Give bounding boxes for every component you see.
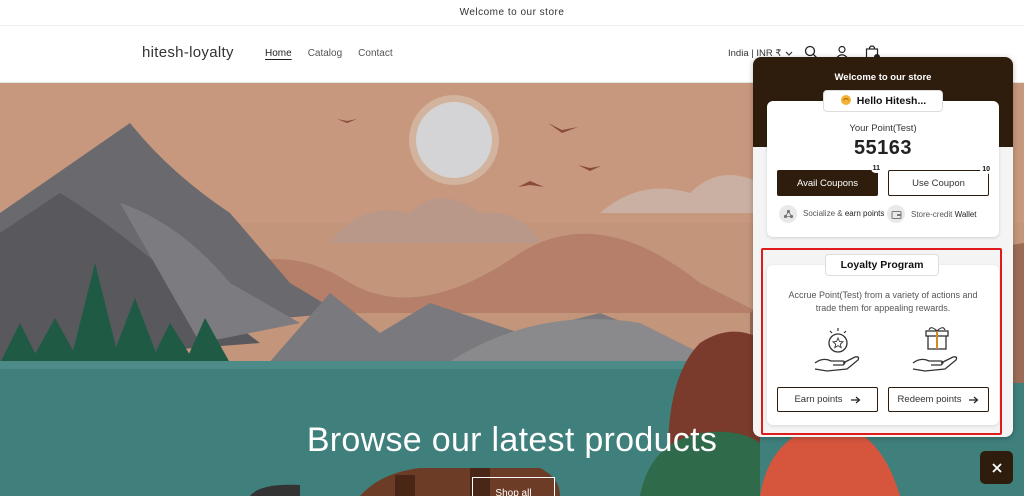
greeting-text: Hello Hitesh... — [856, 95, 927, 107]
arrow-right-icon — [850, 396, 860, 403]
earn-points-button[interactable]: Earn points — [777, 387, 878, 412]
loyalty-title-text: Loyalty Program — [840, 259, 924, 271]
wave-hand-icon — [840, 94, 852, 109]
redeem-gift-hand-icon — [911, 325, 963, 375]
loyalty-widget: Welcome to our store Your Point(Test) 55… — [753, 57, 1013, 437]
avail-coupons-button[interactable]: Avail Coupons 11 — [777, 164, 882, 196]
use-coupon-label: Use Coupon — [912, 177, 965, 189]
socialize-emph: earn points — [844, 209, 885, 218]
socialize-link[interactable]: Socialize & earn points — [779, 205, 884, 223]
announcement-text: Welcome to our store — [459, 7, 565, 18]
earn-points-label: Earn points — [794, 394, 843, 405]
wallet-prefix: Store-credit — [911, 209, 953, 219]
wallet-icon — [887, 205, 905, 223]
avail-coupons-label: Avail Coupons — [796, 177, 859, 189]
points-card: Your Point(Test) 55163 Avail Coupons 11 … — [767, 101, 999, 237]
loyalty-program-card: Accrue Point(Test) from a variety of act… — [767, 265, 999, 425]
chevron-down-icon — [785, 51, 793, 56]
nav-catalog[interactable]: Catalog — [308, 48, 342, 59]
greeting-pill: Hello Hitesh... — [823, 90, 943, 112]
arrow-right-icon — [969, 396, 979, 403]
points-label: Your Point(Test) — [849, 123, 917, 134]
points-value: 55163 — [853, 137, 913, 159]
socialize-prefix: Socialize & — [803, 209, 843, 218]
use-coupon-count: 10 — [980, 165, 992, 174]
loyalty-program-title: Loyalty Program — [825, 254, 939, 276]
announcement-bar: Welcome to our store — [0, 0, 1024, 26]
widget-close-button[interactable] — [980, 451, 1013, 484]
page: Welcome to our store hitesh-loyalty Home… — [0, 0, 1024, 496]
use-coupon-button[interactable]: Use Coupon 10 — [888, 165, 992, 196]
nav-home[interactable]: Home — [265, 48, 292, 59]
nav-contact[interactable]: Contact — [358, 48, 392, 59]
main-nav: Home Catalog Contact — [265, 48, 393, 59]
wallet-emph: Wallet — [954, 209, 977, 219]
close-icon — [991, 462, 1002, 473]
earn-coin-hand-icon — [813, 325, 865, 375]
share-icon — [779, 205, 797, 223]
redeem-points-label: Redeem points — [897, 394, 962, 405]
loyalty-description: Accrue Point(Test) from a variety of act… — [788, 290, 978, 313]
store-logo[interactable]: hitesh-loyalty — [142, 44, 234, 61]
avail-coupons-count: 11 — [870, 164, 882, 173]
redeem-points-button[interactable]: Redeem points — [888, 387, 989, 412]
shop-all-button[interactable]: Shop all — [472, 477, 555, 496]
wallet-link[interactable]: Store-credit Wallet — [887, 205, 977, 223]
widget-title: Welcome to our store — [834, 72, 932, 83]
